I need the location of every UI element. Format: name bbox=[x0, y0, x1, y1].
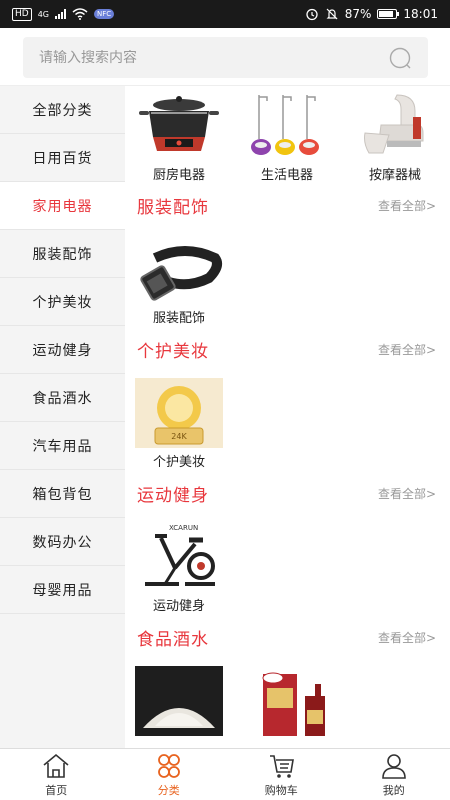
cart-icon bbox=[270, 754, 295, 778]
section-title: 个护美妆 bbox=[137, 341, 209, 362]
steamer-image bbox=[243, 91, 331, 161]
subcategory-home-appliances[interactable]: 生活电器 bbox=[233, 86, 341, 183]
see-all-link[interactable]: 查看全部> bbox=[378, 629, 436, 646]
search-icon[interactable] bbox=[388, 46, 412, 70]
tab-label: 首页 bbox=[45, 783, 68, 797]
subcategory-label: 按摩器械 bbox=[368, 168, 421, 183]
sidebar-item-all[interactable]: 全部分类 bbox=[0, 86, 125, 134]
home-icon bbox=[43, 753, 69, 778]
tab-label: 购物车 bbox=[264, 783, 298, 797]
sidebar-item-bags[interactable]: 箱包背包 bbox=[0, 470, 125, 518]
sidebar-item-beauty[interactable]: 个护美妆 bbox=[0, 278, 125, 326]
section-title: 运动健身 bbox=[137, 485, 209, 506]
sidebar-item-fitness[interactable]: 运动健身 bbox=[0, 326, 125, 374]
category-icon bbox=[157, 753, 180, 778]
subcategory-label: 服装配饰 bbox=[152, 311, 205, 326]
see-all-link[interactable]: 查看全部> bbox=[378, 197, 436, 214]
battery-icon bbox=[377, 9, 400, 19]
subcategory-label: 个护美妆 bbox=[152, 455, 205, 470]
section-header-food-drinks: 食品酒水 查看全部> bbox=[125, 613, 450, 661]
network-type: 4G bbox=[37, 9, 49, 19]
belt-image bbox=[135, 234, 223, 304]
bike-brand-text: XCARUN bbox=[169, 524, 198, 532]
search-box[interactable] bbox=[23, 37, 428, 78]
subcategory-kitchen-appliances[interactable]: 厨房电器 bbox=[125, 86, 233, 183]
section-header-beauty: 个护美妆 查看全部> bbox=[125, 325, 450, 373]
wifi-icon bbox=[72, 8, 88, 20]
search-bar bbox=[0, 28, 450, 86]
tab-label: 分类 bbox=[157, 783, 180, 797]
cream-brand-text: 24K bbox=[171, 432, 187, 441]
clock: 18:01 bbox=[403, 7, 438, 21]
subcategory-beauty[interactable]: 24K 个护美妆 bbox=[125, 373, 233, 470]
sidebar-item-daily-goods[interactable]: 日用百货 bbox=[0, 134, 125, 182]
tab-category[interactable]: 分类 bbox=[113, 749, 226, 800]
subcategory-liquor[interactable] bbox=[233, 661, 341, 748]
sidebar-item-food-drinks[interactable]: 食品酒水 bbox=[0, 374, 125, 422]
tab-cart[interactable]: 购物车 bbox=[225, 749, 338, 800]
sidebar-item-baby[interactable]: 母婴用品 bbox=[0, 566, 125, 614]
cooker-image bbox=[135, 91, 223, 161]
massage-chair-image bbox=[351, 91, 439, 161]
search-input[interactable] bbox=[39, 49, 388, 66]
tab-home[interactable]: 首页 bbox=[0, 749, 113, 800]
mute-icon bbox=[326, 8, 338, 20]
section-title: 服装配饰 bbox=[137, 197, 209, 218]
sidebar-item-appliances[interactable]: 家用电器 bbox=[0, 182, 125, 230]
bottom-tab-bar: 首页 分类 购物车 我的 bbox=[0, 748, 450, 800]
battery-percent: 87% bbox=[344, 7, 372, 21]
section-header-fitness: 运动健身 查看全部> bbox=[125, 469, 450, 517]
subcategory-rice[interactable] bbox=[125, 661, 233, 748]
cream-jar-image: 24K bbox=[135, 378, 223, 448]
section-title: 食品酒水 bbox=[137, 629, 209, 650]
sidebar-item-digital[interactable]: 数码办公 bbox=[0, 518, 125, 566]
nfc-icon: NFC bbox=[94, 9, 115, 19]
subcategory-fitness[interactable]: XCARUN 运动健身 bbox=[125, 517, 233, 614]
category-content: 厨房电器 生活电器 按摩器械 服装配饰 查看全部> 服装配饰 个护美妆 查看全部… bbox=[125, 86, 450, 748]
sidebar-item-auto[interactable]: 汽车用品 bbox=[0, 422, 125, 470]
subcategory-apparel[interactable]: 服装配饰 bbox=[125, 229, 233, 326]
tab-profile[interactable]: 我的 bbox=[338, 749, 450, 800]
rice-image bbox=[135, 666, 223, 736]
subcategory-massage[interactable]: 按摩器械 bbox=[341, 86, 449, 183]
fitness-subcategories: XCARUN 运动健身 bbox=[125, 517, 450, 614]
exercise-bike-image: XCARUN bbox=[135, 522, 223, 592]
tab-label: 我的 bbox=[382, 783, 405, 797]
user-icon bbox=[381, 753, 406, 779]
see-all-link[interactable]: 查看全部> bbox=[378, 485, 436, 502]
liquor-box-image bbox=[243, 666, 331, 736]
appliance-subcategories: 厨房电器 生活电器 按摩器械 bbox=[125, 86, 450, 183]
status-bar: HD 4G NFC 87% 18:01 bbox=[0, 0, 450, 28]
beauty-subcategories: 24K 个护美妆 bbox=[125, 373, 450, 470]
category-sidebar: 全部分类 日用百货 家用电器 服装配饰 个护美妆 运动健身 食品酒水 汽车用品 … bbox=[0, 86, 125, 748]
apparel-subcategories: 服装配饰 bbox=[125, 229, 450, 326]
subcategory-label: 运动健身 bbox=[152, 599, 205, 614]
subcategory-label: 厨房电器 bbox=[152, 168, 205, 183]
subcategory-label: 生活电器 bbox=[260, 168, 313, 183]
food-drinks-subcategories bbox=[125, 661, 450, 748]
section-header-apparel: 服装配饰 查看全部> bbox=[125, 181, 450, 229]
signal-icon bbox=[55, 9, 66, 19]
alarm-icon bbox=[306, 8, 318, 21]
see-all-link[interactable]: 查看全部> bbox=[378, 341, 436, 358]
sidebar-item-apparel[interactable]: 服装配饰 bbox=[0, 230, 125, 278]
hd-badge: HD bbox=[12, 7, 32, 21]
